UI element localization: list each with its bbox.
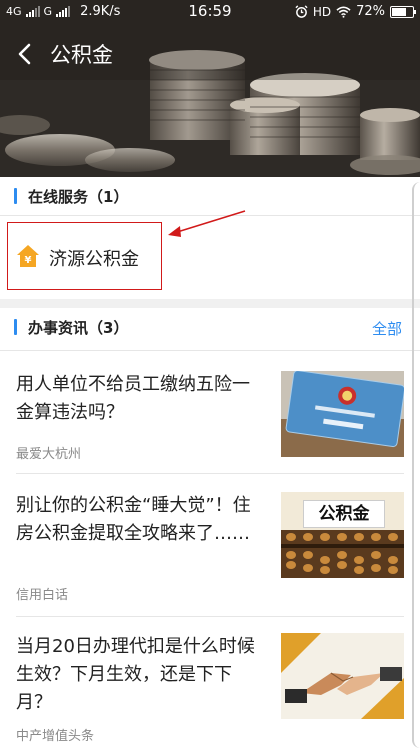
navigation-bar: 公积金 bbox=[0, 34, 420, 74]
scroll-indicator bbox=[412, 182, 420, 748]
news-title: 用人单位不给员工缴纳五险一金算违法吗？ bbox=[16, 374, 250, 423]
back-arrow-icon[interactable] bbox=[12, 40, 40, 68]
news-title: 别让你的公积金“睡大觉”！住房公积金提取全攻略来了…… bbox=[16, 495, 251, 544]
service-label: 济源公积金 bbox=[49, 249, 139, 270]
abacus-icon bbox=[281, 530, 404, 578]
news-item[interactable]: 用人单位不给员工缴纳五险一金算违法吗？ 最爱大杭州 bbox=[0, 351, 420, 473]
battery-icon bbox=[390, 5, 416, 18]
news-source: 中产增值头条 bbox=[16, 729, 95, 744]
page-title: 公积金 bbox=[50, 43, 113, 67]
handshake-thumbnail bbox=[281, 633, 404, 719]
section-marker bbox=[14, 319, 17, 335]
news-header: 办事资讯（3） 全部 bbox=[0, 308, 420, 346]
header-banner: 4G G 2.9K/s 16:59 HD 72% 公积金 bbox=[0, 0, 420, 177]
wifi-icon bbox=[336, 6, 351, 18]
services-heading: 在线服务（1） bbox=[28, 188, 129, 206]
social-security-card-thumbnail bbox=[281, 371, 404, 457]
annotation-arrow-icon bbox=[168, 210, 246, 237]
hd-badge: HD bbox=[312, 4, 332, 19]
section-marker bbox=[14, 188, 17, 204]
alarm-icon bbox=[295, 5, 308, 18]
svg-text:¥: ¥ bbox=[25, 255, 32, 266]
service-item-jiyuan-housing-fund[interactable]: ¥ 济源公积金 bbox=[7, 222, 162, 290]
yuan-house-icon: ¥ bbox=[17, 245, 39, 267]
news-source: 信用白话 bbox=[16, 588, 69, 603]
coins-background-image bbox=[0, 0, 420, 177]
news-heading: 办事资讯（3） bbox=[28, 319, 129, 337]
battery-percent: 72% bbox=[356, 4, 385, 19]
abacus-thumbnail: 公积金 bbox=[281, 492, 404, 578]
news-item[interactable]: 当月20日办理代扣是什么时候生效？下月生效，还是下下月？ 中产增值头条 bbox=[0, 617, 420, 748]
status-bar: 4G G 2.9K/s 16:59 HD 72% bbox=[0, 0, 420, 24]
news-item[interactable]: 别让你的公积金“睡大觉”！住房公积金提取全攻略来了…… 信用白话 公积金 bbox=[0, 474, 420, 616]
thumbnail-caption: 公积金 bbox=[303, 500, 385, 528]
view-all-link[interactable]: 全部 bbox=[372, 318, 402, 339]
news-source: 最爱大杭州 bbox=[16, 447, 82, 462]
news-title: 当月20日办理代扣是什么时候生效？下月生效，还是下下月？ bbox=[16, 636, 255, 713]
news-section: 办事资讯（3） 全部 用人单位不给员工缴纳五险一金算违法吗？ 最爱大杭州 别让你… bbox=[0, 308, 420, 748]
